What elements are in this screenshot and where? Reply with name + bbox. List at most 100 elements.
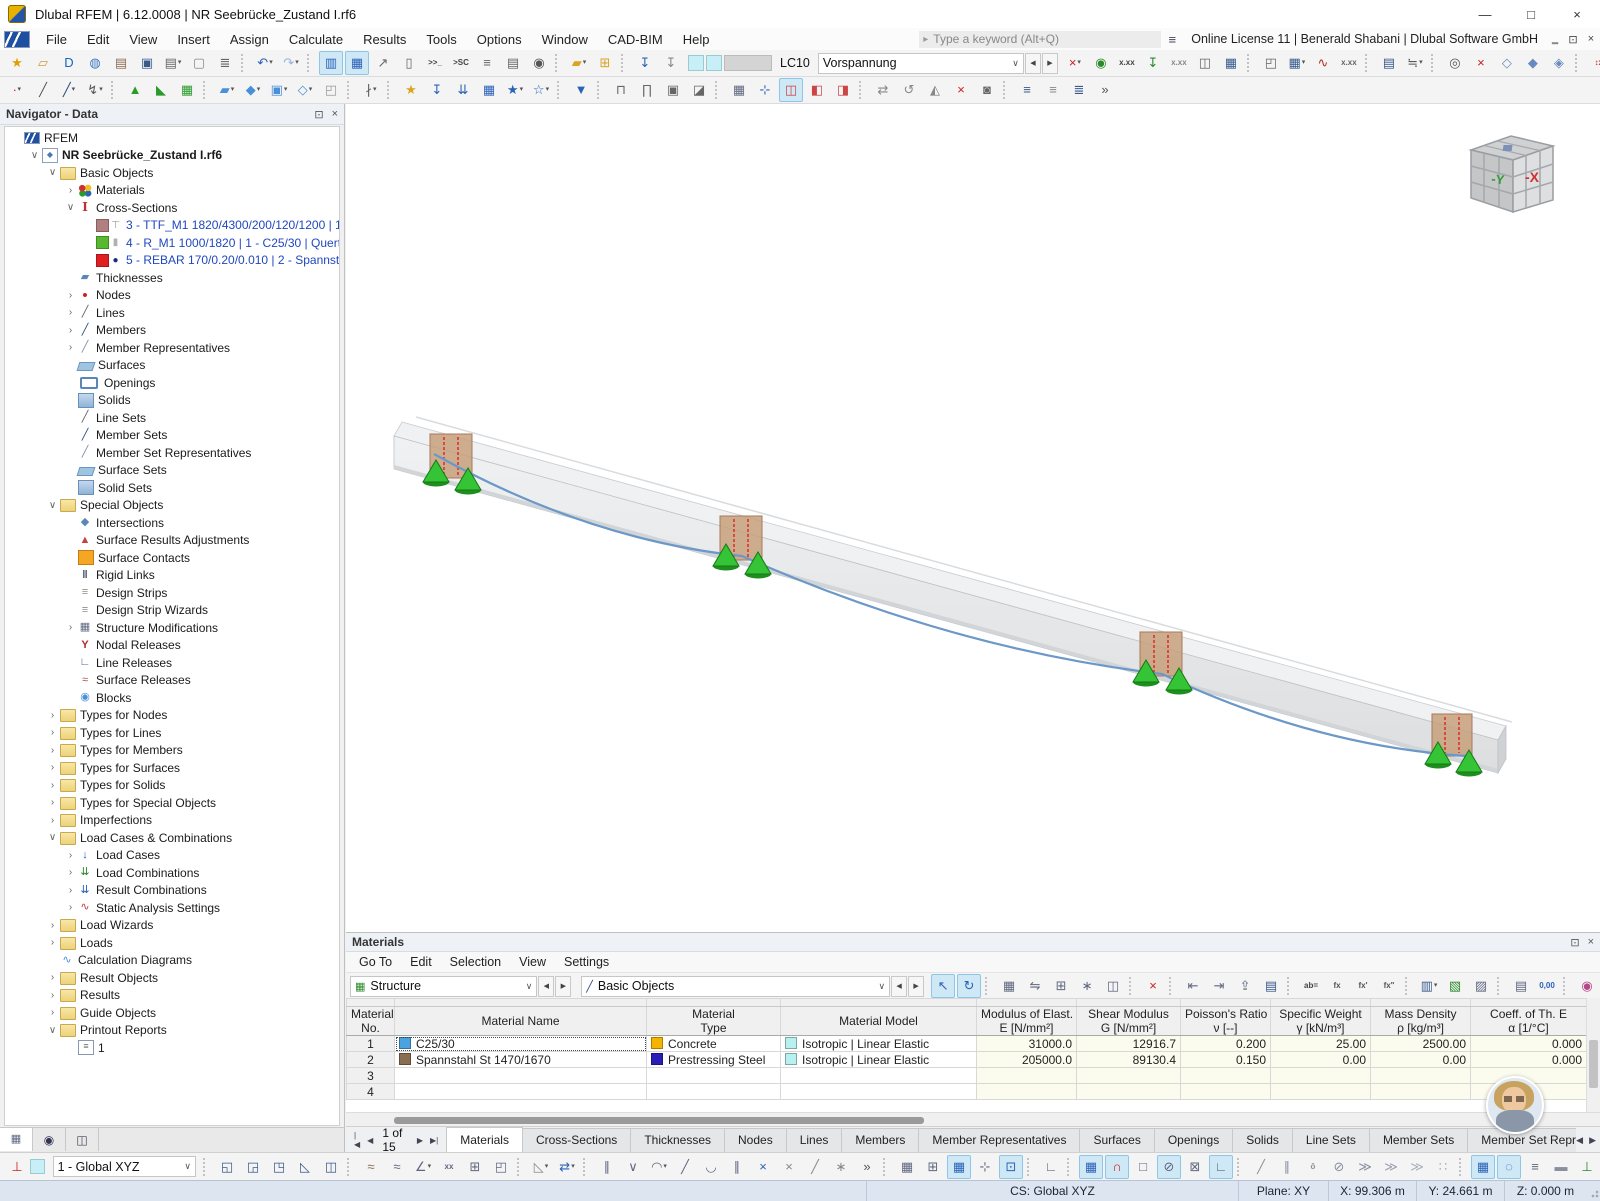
- tabs-scroll-left-button[interactable]: ◀: [1576, 1135, 1583, 1146]
- prev-table-button[interactable]: ◀: [365, 1136, 375, 1145]
- menu-tools[interactable]: Tools: [416, 29, 466, 50]
- show-result-values-icon[interactable]: x.xx: [1167, 51, 1191, 75]
- material-model-cell[interactable]: [780, 1083, 977, 1100]
- tree-item-surface-releases[interactable]: Surface Releases: [5, 672, 339, 690]
- table-row[interactable]: 4: [346, 1083, 1587, 1100]
- table-row[interactable]: 1 C25/30 Concrete Isotropic | Linear Elasti…: [346, 1035, 1587, 1052]
- doc-close-button[interactable]: ×: [1582, 33, 1600, 45]
- expand-icon[interactable]: ›: [45, 1007, 60, 1018]
- line-snap-parallel-icon[interactable]: ∥: [1275, 1155, 1299, 1179]
- new-nodal-support-icon[interactable]: ▲: [123, 78, 147, 102]
- edit-coordinate-system-icon[interactable]: ◺: [293, 1155, 317, 1179]
- column-header-g-n-mm-[interactable]: Shear Modulus G [N/mm²]: [1076, 1006, 1181, 1036]
- navigator-tab-display[interactable]: ◫: [66, 1128, 99, 1151]
- menu-help[interactable]: Help: [673, 29, 720, 50]
- table-tab-member-representatives[interactable]: Member Representatives: [918, 1128, 1081, 1152]
- tree-item-blocks[interactable]: Blocks: [5, 689, 339, 707]
- table-vertical-scrollbar[interactable]: [1586, 998, 1600, 1112]
- table-person-icon[interactable]: ◫: [1101, 974, 1125, 998]
- menu-options[interactable]: Options: [467, 29, 532, 50]
- tree-item-load-wizards[interactable]: › Load Wizards: [5, 917, 339, 935]
- material-name-cell[interactable]: [394, 1083, 647, 1100]
- table-group-prev-button[interactable]: ◀: [538, 975, 555, 997]
- material-name-cell[interactable]: [394, 1067, 647, 1084]
- arc-line-icon[interactable]: ◠ ▾: [647, 1155, 671, 1179]
- collapse-icon[interactable]: ∨: [45, 167, 60, 178]
- tree-item-rigid-links[interactable]: Rigid Links: [5, 567, 339, 585]
- magnet-snap-icon[interactable]: ∩: [1105, 1154, 1129, 1179]
- material-type-cell[interactable]: [646, 1083, 781, 1100]
- expand-icon[interactable]: ›: [45, 937, 60, 948]
- material-value-cell[interactable]: [1076, 1067, 1181, 1084]
- console-window-icon[interactable]: >>_: [423, 51, 447, 75]
- load-case-select[interactable]: Vorspannung ∨: [817, 52, 1024, 74]
- new-mesh-refinement-icon[interactable]: ◇ ▾: [293, 78, 317, 102]
- tree-item-surface-sets[interactable]: Surface Sets: [5, 462, 339, 480]
- table-tab-openings[interactable]: Openings: [1153, 1128, 1234, 1152]
- section-box-icon[interactable]: ▣: [661, 78, 685, 102]
- new-surface-icon[interactable]: ▰ ▾: [567, 51, 591, 75]
- spotlight-search-icon[interactable]: ◉: [527, 51, 551, 75]
- snap-objects-icon[interactable]: ≈: [359, 1155, 383, 1179]
- table-row[interactable]: 2 Spannstahl St 1470/1670 Prestressing Ste…: [346, 1051, 1587, 1068]
- loading-filter-icon[interactable]: × ▾: [1063, 51, 1087, 75]
- navigator-tab-data[interactable]: [0, 1128, 33, 1151]
- materials-menu-selection[interactable]: Selection: [441, 952, 510, 973]
- material-value-cell[interactable]: 205000.0: [976, 1051, 1077, 1068]
- expand-icon[interactable]: ›: [63, 867, 78, 878]
- cube-left-face-label[interactable]: -Y: [1491, 171, 1506, 187]
- tree-item-line-sets[interactable]: Line Sets: [5, 409, 339, 427]
- tree-item-intersections[interactable]: Intersections: [5, 514, 339, 532]
- single-line-icon[interactable]: ╱: [673, 1155, 697, 1179]
- tree-item-types-for-solids[interactable]: › Types for Solids: [5, 777, 339, 795]
- chart-view-icon[interactable]: ▥ ▾: [1417, 974, 1441, 998]
- expand-icon[interactable]: ›: [63, 307, 78, 318]
- expand-icon[interactable]: ›: [63, 885, 78, 896]
- surface-load-icon[interactable]: ▦: [477, 78, 501, 102]
- edit-settings-icon[interactable]: ◙: [975, 78, 999, 102]
- tree-item-line-releases[interactable]: Line Releases: [5, 654, 339, 672]
- menu-cad-bim[interactable]: CAD-BIM: [598, 29, 673, 50]
- material-type-cell[interactable]: [646, 1067, 781, 1084]
- expand-icon[interactable]: ›: [63, 622, 78, 633]
- tree-item-result-objects[interactable]: › Result Objects: [5, 969, 339, 987]
- print-table-icon[interactable]: ▤: [1259, 974, 1283, 998]
- expand-icon[interactable]: ›: [63, 902, 78, 913]
- first-table-button[interactable]: |◀: [352, 1131, 362, 1149]
- material-value-cell[interactable]: [1076, 1083, 1181, 1100]
- tree-item-load-cases[interactable]: › Load Cases: [5, 847, 339, 865]
- previous-load-case-button[interactable]: ◀: [1024, 52, 1041, 74]
- table-search-icon[interactable]: ◉: [1575, 974, 1599, 998]
- new-opening-icon[interactable]: ▣ ▾: [267, 78, 291, 102]
- member-load-icon[interactable]: ↧: [425, 78, 449, 102]
- tree-item-design-strips[interactable]: Design Strips: [5, 584, 339, 602]
- show-load-values-icon[interactable]: x.xx: [1115, 51, 1139, 75]
- display-properties-icon[interactable]: ▦ ▾: [1285, 51, 1309, 75]
- material-model-cell[interactable]: Isotropic | Linear Elastic: [780, 1035, 977, 1052]
- dlubal-connect-icon[interactable]: D: [57, 51, 81, 75]
- cube-front-face-label[interactable]: -X: [1525, 169, 1540, 185]
- expand-icon[interactable]: ›: [63, 325, 78, 336]
- row-number[interactable]: 3: [346, 1067, 395, 1084]
- search-options-icon[interactable]: ≡: [1161, 32, 1183, 47]
- tree-item-surface-contacts[interactable]: Surface Contacts: [5, 549, 339, 567]
- lc-slider[interactable]: [724, 55, 772, 71]
- render-solid-model-icon[interactable]: ◫: [1193, 51, 1217, 75]
- collapse-icon[interactable]: ∨: [27, 150, 42, 161]
- multiple-views-icon[interactable]: ◈: [1547, 51, 1571, 75]
- column-header-no-[interactable]: Material No.: [346, 1006, 395, 1036]
- table-special-icon[interactable]: ∗: [1075, 974, 1099, 998]
- tree-item-types-for-lines[interactable]: › Types for Lines: [5, 724, 339, 742]
- new-block-2-icon[interactable]: ◰: [319, 78, 343, 102]
- snap-distance-icon[interactable]: xx: [437, 1155, 461, 1179]
- tree-item-1[interactable]: 1: [5, 1039, 339, 1057]
- column-header-material-name[interactable]: Material Name: [394, 1006, 647, 1036]
- mirror-icon[interactable]: ◭: [923, 78, 947, 102]
- print-icon[interactable]: ▤ ▾: [161, 51, 185, 75]
- table-tab-thicknesses[interactable]: Thicknesses: [630, 1128, 726, 1152]
- expand-icon[interactable]: ›: [45, 990, 60, 1001]
- material-value-cell[interactable]: [1180, 1083, 1271, 1100]
- table-view-mode-icon[interactable]: ▦: [997, 974, 1021, 998]
- expand-icon[interactable]: ›: [63, 185, 78, 196]
- background-grid-icon[interactable]: ▦: [1471, 1154, 1495, 1179]
